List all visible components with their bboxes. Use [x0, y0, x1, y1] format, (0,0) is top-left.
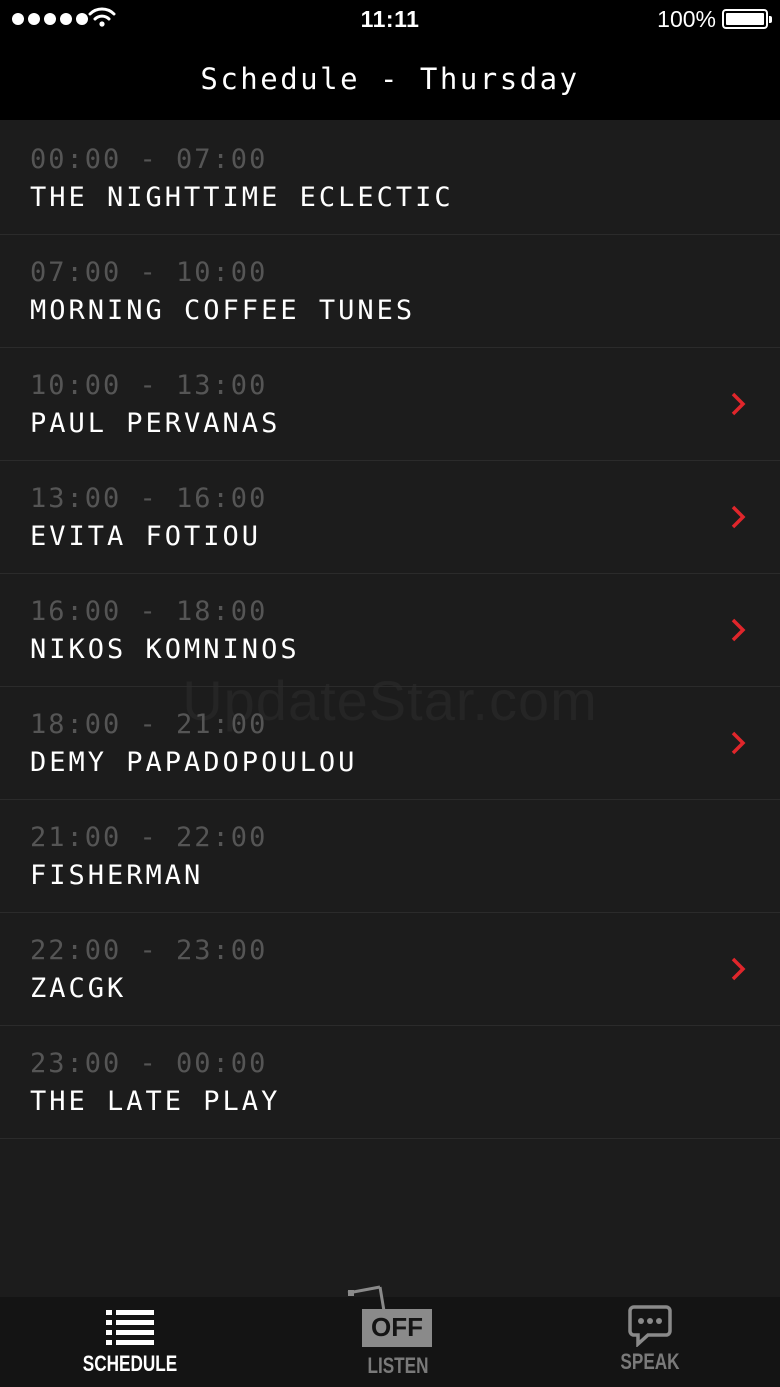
chevron-right-icon[interactable]: [730, 731, 746, 755]
schedule-time-slot: 23:00 - 00:00: [30, 1048, 268, 1079]
schedule-show-name: THE NIGHTTIME ECLECTIC: [30, 182, 454, 213]
schedule-time-slot: 00:00 - 07:00: [30, 144, 268, 175]
schedule-list: 00:00 - 07:00 THE NIGHTTIME ECLECTIC 07:00…: [0, 122, 780, 1139]
battery-percent: 100%: [657, 6, 716, 32]
schedule-row[interactable]: 18:00 - 21:00 DEMY PAPADOPOULOU: [0, 687, 780, 800]
schedule-row: 07:00 - 10:00 MORNING COFFEE TUNES: [0, 235, 780, 348]
tab-bar: SCHEDULE OFF LISTEN SPEAK: [0, 1285, 780, 1387]
schedule-time-slot: 22:00 - 23:00: [30, 935, 268, 966]
listen-off-badge: OFF: [371, 1312, 423, 1342]
chevron-right-icon[interactable]: [730, 392, 746, 416]
schedule-time-slot: 21:00 - 22:00: [30, 822, 268, 853]
top-bar: 11:11 100% Schedule - Thursday: [0, 0, 780, 120]
battery-fill: [726, 13, 764, 25]
schedule-show-name: MORNING COFFEE TUNES: [30, 295, 416, 326]
page-title: Schedule - Thursday: [200, 62, 580, 96]
schedule-row[interactable]: 13:00 - 16:00 EVITA FOTIOU: [0, 461, 780, 574]
schedule-row: 00:00 - 07:00 THE NIGHTTIME ECLECTIC: [0, 122, 780, 235]
chevron-right-icon[interactable]: [730, 618, 746, 642]
tab-schedule-label: SCHEDULE: [82, 1351, 178, 1376]
chevron-right-icon[interactable]: [730, 957, 746, 981]
schedule-time-slot: 10:00 - 13:00: [30, 370, 268, 401]
tab-listen-label: LISTEN: [367, 1353, 429, 1378]
schedule-row: 21:00 - 22:00 FISHERMAN: [0, 800, 780, 913]
tab-listen[interactable]: OFF LISTEN: [308, 1285, 488, 1387]
status-bar: 11:11 100%: [0, 0, 780, 40]
schedule-time-slot: 16:00 - 18:00: [30, 596, 268, 627]
schedule-row[interactable]: 10:00 - 13:00 PAUL PERVANAS: [0, 348, 780, 461]
schedule-show-name: EVITA FOTIOU: [30, 521, 262, 552]
schedule-show-name: FISHERMAN: [30, 860, 204, 891]
tab-speak[interactable]: SPEAK: [560, 1297, 740, 1387]
schedule-row[interactable]: 22:00 - 23:00 ZACGK: [0, 913, 780, 1026]
schedule-show-name: PAUL PERVANAS: [30, 408, 281, 439]
schedule-row[interactable]: 16:00 - 18:00 NIKOS KOMNINOS: [0, 574, 780, 687]
schedule-show-name: DEMY PAPADOPOULOU: [30, 747, 358, 778]
tab-speak-label: SPEAK: [620, 1349, 680, 1374]
schedule-show-name: ZACGK: [30, 973, 127, 1004]
schedule-time-slot: 07:00 - 10:00: [30, 257, 268, 288]
schedule-show-name: NIKOS KOMNINOS: [30, 634, 300, 665]
tab-schedule[interactable]: SCHEDULE: [40, 1297, 220, 1387]
chat-bubble-icon: [628, 1305, 672, 1347]
schedule-show-name: THE LATE PLAY: [30, 1086, 281, 1117]
radio-off-icon: OFF: [347, 1285, 432, 1347]
chevron-right-icon[interactable]: [730, 505, 746, 529]
schedule-time-slot: 18:00 - 21:00: [30, 709, 268, 740]
schedule-time-slot: 13:00 - 16:00: [30, 483, 268, 514]
list-icon: [106, 1310, 154, 1345]
schedule-row: 23:00 - 00:00 THE LATE PLAY: [0, 1026, 780, 1139]
battery-icon: [722, 9, 772, 29]
